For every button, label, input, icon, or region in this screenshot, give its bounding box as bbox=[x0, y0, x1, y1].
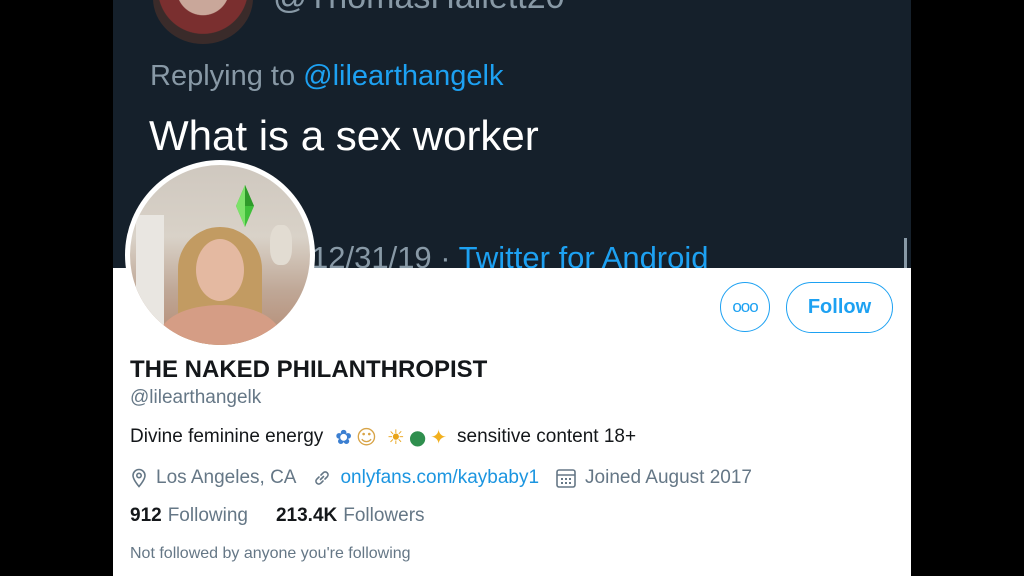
followers-label: Followers bbox=[343, 505, 425, 526]
banner-tweet-meta: 12/31/19 · Twitter for Android bbox=[311, 240, 709, 268]
display-name: THE NAKED PHILANTHROPIST bbox=[130, 356, 488, 383]
profile-bio: Divine feminine energy ✿ ☺ ☀ ● ✦ sensiti… bbox=[130, 425, 636, 449]
location-item: Los Angeles, CA bbox=[130, 467, 296, 489]
banner-replying-line: Replying to @lilearthangelk bbox=[150, 60, 503, 93]
replying-mention: @lilearthangelk bbox=[303, 60, 504, 92]
followers-stat[interactable]: 213.4K Followers bbox=[276, 505, 425, 527]
profile-stats: 912 Following 213.4K Followers bbox=[130, 505, 453, 527]
following-count: 912 bbox=[130, 505, 162, 526]
calendar-icon bbox=[555, 467, 577, 489]
banner-tweet-date: 12/31/19 · bbox=[311, 240, 459, 268]
website-link[interactable]: onlyfans.com/kaybaby1 bbox=[340, 467, 539, 489]
joined-item: Joined August 2017 bbox=[555, 467, 752, 489]
angel-emoji-icon: ☺ bbox=[356, 425, 377, 449]
banner-scrollbar bbox=[904, 238, 907, 268]
replying-prefix: Replying to bbox=[150, 60, 304, 92]
banner-tweet-handle: @ThomasHallett20 bbox=[273, 0, 565, 17]
more-options-button[interactable]: ooo bbox=[720, 282, 770, 332]
link-icon bbox=[312, 468, 332, 488]
profile-page: @ThomasHallett20 Replying to @lilearthan… bbox=[113, 0, 911, 576]
followers-count: 213.4K bbox=[275, 505, 338, 526]
followers-you-know-notice: Not followed by anyone you're following bbox=[130, 545, 411, 562]
profile-avatar[interactable] bbox=[125, 160, 315, 350]
butterfly-emoji-icon: ✿ bbox=[335, 425, 353, 449]
bio-text: Divine feminine energy bbox=[130, 426, 324, 447]
following-label: Following bbox=[167, 505, 248, 526]
website-item[interactable]: onlyfans.com/kaybaby1 bbox=[312, 467, 539, 489]
bio-suffix: sensitive content 18+ bbox=[457, 426, 637, 447]
sun-emoji-icon: ☀ bbox=[386, 425, 405, 449]
banner-tweet-source: Twitter for Android bbox=[458, 240, 709, 268]
joined-text: Joined August 2017 bbox=[585, 467, 752, 488]
follow-button[interactable]: Follow bbox=[786, 282, 893, 333]
profile-handle: @lilearthangelk bbox=[130, 387, 262, 408]
avatar-photo bbox=[130, 165, 310, 345]
sparkles-emoji-icon: ✦ bbox=[430, 425, 448, 449]
banner-tweet-text: What is a sex worker bbox=[149, 112, 539, 159]
banner-tweet-avatar bbox=[153, 0, 253, 44]
location-text: Los Angeles, CA bbox=[156, 467, 297, 488]
map-pin-icon bbox=[130, 468, 148, 488]
plumbob-icon bbox=[236, 185, 254, 227]
globe-emoji-icon: ● bbox=[408, 425, 427, 449]
following-stat[interactable]: 912 Following bbox=[130, 505, 248, 527]
profile-meta: Los Angeles, CA onlyfans.com/kaybaby1 Jo… bbox=[130, 465, 768, 491]
